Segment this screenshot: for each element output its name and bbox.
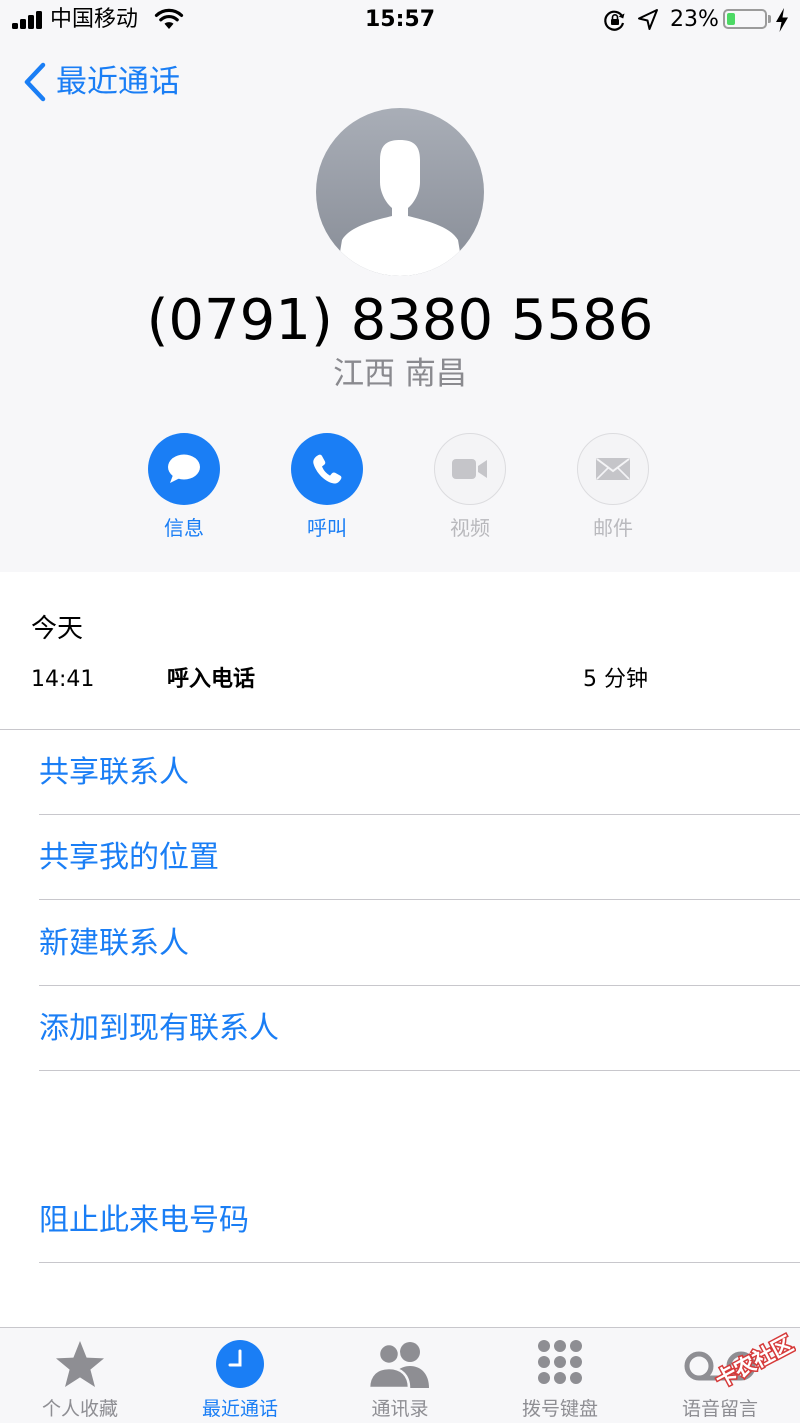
video-label: 视频 xyxy=(450,516,490,540)
contacts-icon xyxy=(367,1342,429,1390)
call-label: 呼叫 xyxy=(307,516,347,540)
section-divider xyxy=(0,729,800,730)
divider xyxy=(39,985,800,986)
tab-keypad[interactable]: 拨号键盘 xyxy=(480,1328,640,1424)
chevron-left-icon xyxy=(24,62,46,102)
number-location: 江西 南昌 xyxy=(333,356,467,392)
star-icon xyxy=(56,1341,104,1387)
block-caller-button[interactable]: 阻止此来电号码 xyxy=(39,1179,779,1263)
tab-label: 个人收藏 xyxy=(41,1398,118,1420)
tab-label: 语音留言 xyxy=(681,1398,758,1420)
divider xyxy=(39,814,800,815)
mail-icon xyxy=(596,458,630,480)
tab-favorites[interactable]: 个人收藏 xyxy=(0,1328,160,1424)
person-silhouette-icon xyxy=(336,140,464,276)
message-circle xyxy=(148,433,220,505)
call-duration: 5 分钟 xyxy=(583,667,648,692)
share-contact-button[interactable]: 共享联系人 xyxy=(39,731,779,815)
back-button[interactable]: 最近通话 xyxy=(22,58,180,106)
avatar xyxy=(316,108,484,276)
call-type: 呼入电话 xyxy=(167,667,256,692)
battery-percent: 23% xyxy=(670,7,719,32)
add-to-existing-contact-button[interactable]: 添加到现有联系人 xyxy=(39,987,779,1071)
message-button[interactable]: 信息 xyxy=(134,433,234,541)
location-arrow-icon xyxy=(638,9,658,30)
divider xyxy=(39,1070,800,1071)
mail-button[interactable]: 邮件 xyxy=(563,433,663,541)
divider xyxy=(39,899,800,900)
call-time: 14:41 xyxy=(31,667,95,692)
create-contact-button[interactable]: 新建联系人 xyxy=(39,902,779,986)
tab-contacts[interactable]: 通讯录 xyxy=(320,1328,480,1424)
message-label: 信息 xyxy=(164,516,204,540)
battery-cap xyxy=(768,15,771,23)
tab-label: 最近通话 xyxy=(201,1398,278,1420)
mail-circle xyxy=(577,433,649,505)
share-location-button[interactable]: 共享我的位置 xyxy=(39,816,779,900)
tab-bar: 个人收藏 最近通话 通讯录 拨号键盘 语音留言 xyxy=(0,1327,800,1423)
divider xyxy=(39,1262,800,1263)
keypad-icon xyxy=(538,1340,582,1384)
message-icon xyxy=(168,454,200,483)
status-bar: 中国移动 15:57 23% xyxy=(0,0,800,40)
video-button[interactable]: 视频 xyxy=(420,433,520,541)
rotation-lock-icon xyxy=(604,10,625,31)
call-button[interactable]: 呼叫 xyxy=(277,433,377,541)
mail-label: 邮件 xyxy=(593,516,633,540)
call-circle xyxy=(291,433,363,505)
tab-recents[interactable]: 最近通话 xyxy=(160,1328,320,1424)
clock-icon xyxy=(216,1340,264,1388)
battery-icon xyxy=(723,9,767,29)
video-icon xyxy=(452,459,487,479)
tab-label: 拨号键盘 xyxy=(521,1398,598,1420)
tab-label: 通讯录 xyxy=(371,1398,429,1420)
video-circle xyxy=(434,433,506,505)
svg-text:卡农社区: 卡农社区 xyxy=(712,1332,796,1393)
charging-bolt-icon xyxy=(776,8,788,32)
recent-day-heading: 今天 xyxy=(31,614,84,644)
watermark-logo: 卡农社区 xyxy=(710,1330,796,1394)
phone-number: (0791) 8380 5586 xyxy=(146,288,654,353)
phone-icon xyxy=(313,454,342,484)
back-label: 最近通话 xyxy=(56,64,180,100)
